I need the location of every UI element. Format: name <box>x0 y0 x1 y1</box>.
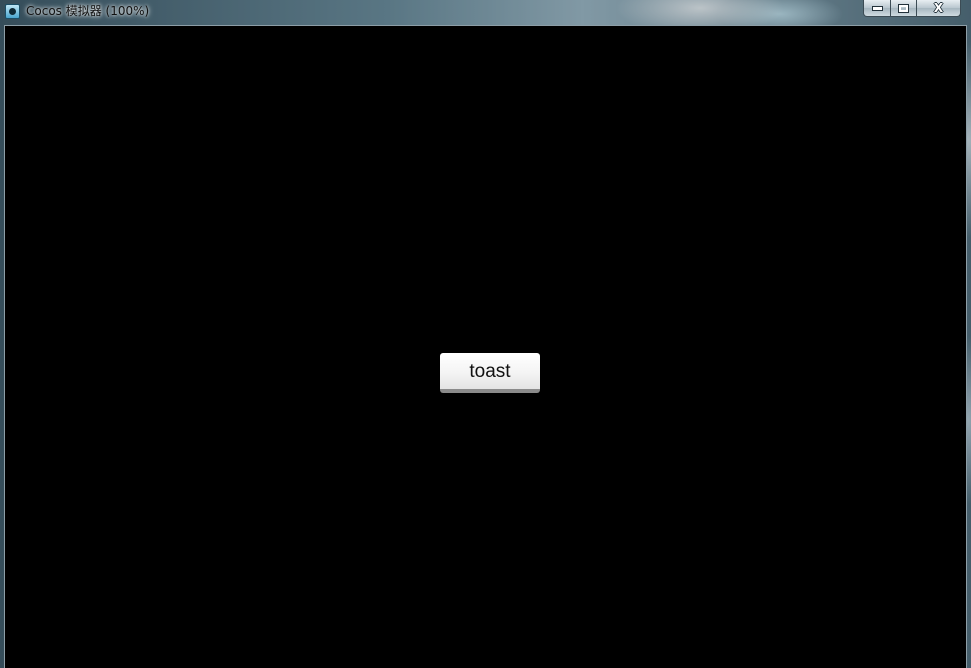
minimize-icon <box>871 5 883 11</box>
title-bar[interactable]: Cocos 模拟器 (100%) X <box>0 0 971 25</box>
simulator-window: Cocos 模拟器 (100%) X toast <box>0 0 971 668</box>
close-icon: X <box>933 1 944 15</box>
maximize-button[interactable] <box>891 0 917 17</box>
toast-button-label: toast <box>469 361 511 382</box>
window-title: Cocos 模拟器 (100%) <box>26 4 150 18</box>
game-canvas[interactable]: toast <box>4 25 967 668</box>
toast-button[interactable]: toast <box>440 353 540 393</box>
cocos-app-icon[interactable] <box>5 4 20 19</box>
minimize-button[interactable] <box>863 0 891 17</box>
close-button[interactable]: X <box>917 0 961 17</box>
maximize-icon <box>898 3 909 13</box>
window-controls: X <box>863 0 961 18</box>
